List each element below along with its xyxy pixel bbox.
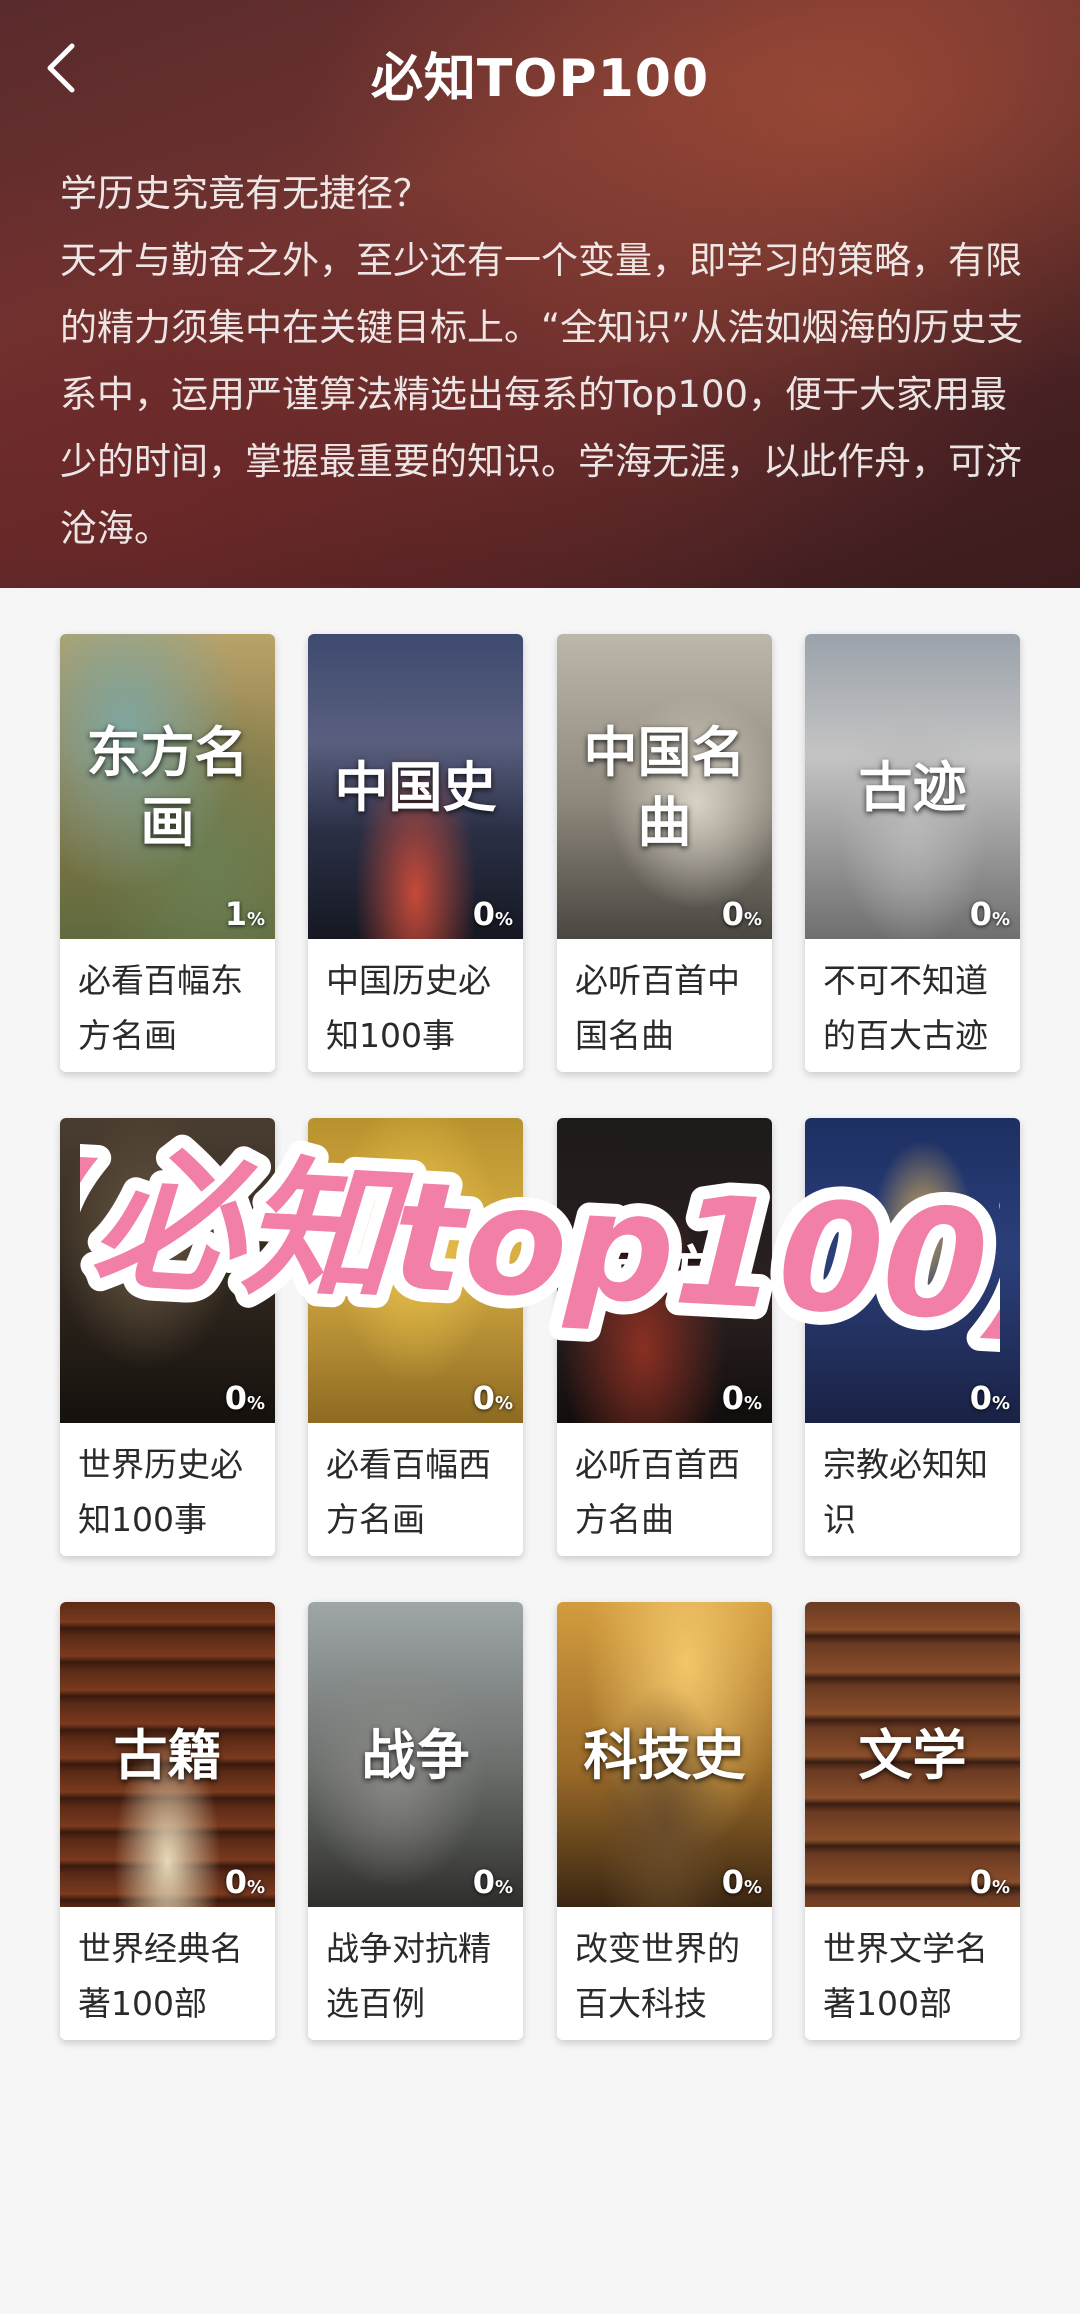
card-label: 不可不知道的百大古迹 bbox=[823, 961, 988, 1055]
topic-card-chinese-history[interactable]: 中国史 0% 中国历史必知100事 bbox=[308, 634, 523, 1072]
thumbnail-title: 古籍 bbox=[113, 1722, 222, 1787]
card-label: 世界文学名著100部 bbox=[823, 1929, 988, 2023]
thumbnail-title: 古迹 bbox=[858, 754, 967, 819]
progress-percent: 1% bbox=[224, 895, 265, 933]
thumbnail: 东方名画 1% bbox=[60, 634, 275, 939]
progress-percent: 0% bbox=[472, 895, 513, 933]
thumbnail-title: 中国史 bbox=[334, 754, 497, 819]
card-label: 必听百首中国名曲 bbox=[575, 961, 740, 1055]
thumbnail: 科技史 0% bbox=[557, 1602, 772, 1907]
card-label: 世界历史必知100事 bbox=[78, 1445, 243, 1539]
sticker-overlay: (必知top100) (必知top100) bbox=[80, 1120, 1000, 1371]
card-label: 必看百幅西方名画 bbox=[326, 1445, 491, 1539]
header-banner: 必知TOP100 学历史究竟有无捷径？ 天才与勤奋之外，至少还有一个变量，即学习… bbox=[0, 0, 1080, 588]
thumbnail: 中国史 0% bbox=[308, 634, 523, 939]
progress-percent: 0% bbox=[472, 1379, 513, 1417]
intro-text: 学历史究竟有无捷径？ 天才与勤奋之外，至少还有一个变量，即学习的策略，有限的精力… bbox=[60, 160, 1030, 562]
progress-percent: 0% bbox=[721, 895, 762, 933]
card-label: 战争对抗精选百例 bbox=[326, 1929, 491, 2023]
thumbnail-title: 科技史 bbox=[583, 1722, 746, 1787]
topic-card-eastern-paintings[interactable]: 东方名画 1% 必看百幅东方名画 bbox=[60, 634, 275, 1072]
card-label: 宗教必知知识 bbox=[823, 1445, 988, 1539]
progress-percent: 0% bbox=[721, 1379, 762, 1417]
progress-percent: 0% bbox=[472, 1863, 513, 1901]
thumbnail: 中国名曲 0% bbox=[557, 634, 772, 939]
thumbnail: 古迹 0% bbox=[805, 634, 1020, 939]
thumbnail: 文学 0% bbox=[805, 1602, 1020, 1907]
progress-percent: 0% bbox=[224, 1379, 265, 1417]
card-label: 必看百幅东方名画 bbox=[78, 961, 243, 1055]
thumbnail-title: 中国名曲 bbox=[583, 719, 746, 854]
thumbnail-title: 文学 bbox=[858, 1722, 967, 1787]
thumbnail-title: 战争 bbox=[361, 1722, 470, 1787]
topic-card-historic-sites[interactable]: 古迹 0% 不可不知道的百大古迹 bbox=[805, 634, 1020, 1072]
page-title: 必知TOP100 bbox=[370, 49, 710, 109]
topic-card-literature[interactable]: 文学 0% 世界文学名著100部 bbox=[805, 1602, 1020, 2040]
progress-percent: 0% bbox=[721, 1863, 762, 1901]
topic-card-chinese-music[interactable]: 中国名曲 0% 必听百首中国名曲 bbox=[557, 634, 772, 1072]
intro-paragraph: 天才与勤奋之外，至少还有一个变量，即学习的策略，有限的精力须集中在关键目标上。“… bbox=[60, 239, 1024, 550]
card-label: 必听百首西方名曲 bbox=[575, 1445, 740, 1539]
intro-question: 学历史究竟有无捷径？ bbox=[60, 172, 430, 215]
progress-percent: 0% bbox=[969, 1863, 1010, 1901]
card-label: 改变世界的百大科技 bbox=[575, 1929, 740, 2023]
thumbnail: 古籍 0% bbox=[60, 1602, 275, 1907]
progress-percent: 0% bbox=[969, 1379, 1010, 1417]
thumbnail-title: 东方名画 bbox=[86, 719, 249, 854]
overlay-text: (必知top100) bbox=[80, 1130, 1000, 1358]
progress-percent: 0% bbox=[969, 895, 1010, 933]
topic-card-tech-history[interactable]: 科技史 0% 改变世界的百大科技 bbox=[557, 1602, 772, 2040]
card-label: 中国历史必知100事 bbox=[326, 961, 491, 1055]
topic-card-classic-books[interactable]: 古籍 0% 世界经典名著100部 bbox=[60, 1602, 275, 2040]
thumbnail: 战争 0% bbox=[308, 1602, 523, 1907]
progress-percent: 0% bbox=[224, 1863, 265, 1901]
card-label: 世界经典名著100部 bbox=[78, 1929, 243, 2023]
topic-card-war[interactable]: 战争 0% 战争对抗精选百例 bbox=[308, 1602, 523, 2040]
